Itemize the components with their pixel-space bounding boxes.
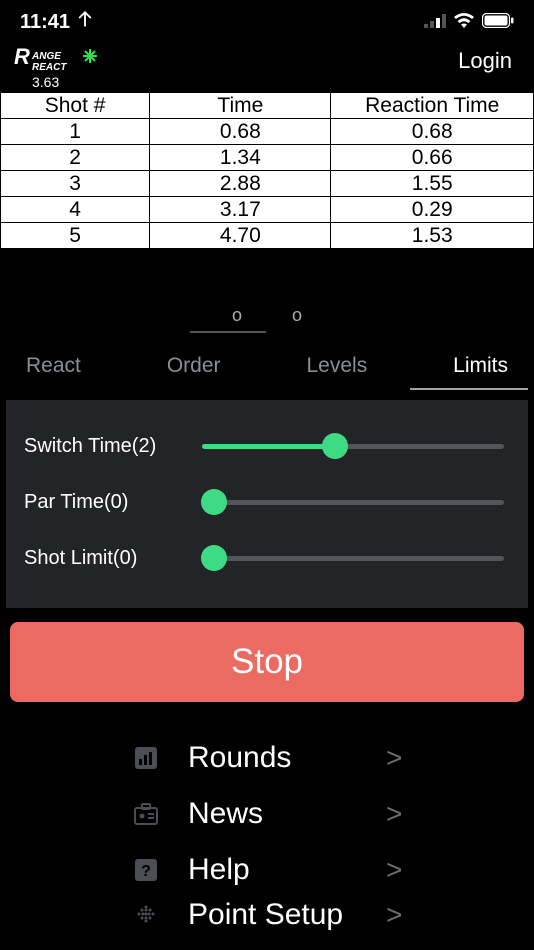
slider-thumb[interactable] xyxy=(322,433,348,459)
tab-react[interactable]: React xyxy=(26,350,81,382)
cell-time: 2.88 xyxy=(150,171,331,197)
tab-limits[interactable]: Limits xyxy=(453,350,508,382)
shots-table-wrap: Shot # Time Reaction Time 1 0.68 0.68 2 … xyxy=(0,92,534,249)
cell-shot: 3 xyxy=(1,171,150,197)
cell-shot: 1 xyxy=(1,119,150,145)
svg-text:R: R xyxy=(14,46,30,69)
tab-bar: React Order Levels Limits xyxy=(0,326,534,390)
shots-table: Shot # Time Reaction Time 1 0.68 0.68 2 … xyxy=(0,92,534,249)
par-time-row: Par Time(0) xyxy=(24,474,504,530)
cell-shot: 4 xyxy=(1,197,150,223)
menu-item-news[interactable]: News > xyxy=(0,786,534,842)
slider-fill xyxy=(202,444,335,449)
menu-label: Point Setup xyxy=(188,898,358,932)
grid-icon xyxy=(132,901,160,929)
battery-icon xyxy=(482,11,514,34)
cell-time: 0.68 xyxy=(150,119,331,145)
cell-time: 3.17 xyxy=(150,197,331,223)
stop-button[interactable]: Stop xyxy=(10,622,524,702)
table-row: 3 2.88 1.55 xyxy=(1,171,534,197)
slider-track xyxy=(202,556,504,561)
svg-text:REACT: REACT xyxy=(32,62,67,73)
app-version: 3.63 xyxy=(14,74,116,90)
header-time: Time xyxy=(150,93,331,119)
switch-time-label: Switch Time(2) xyxy=(24,435,184,458)
menu-item-help[interactable]: ? Help > xyxy=(0,842,534,898)
status-bar: 11:41 xyxy=(0,0,534,38)
svg-text:ANGE: ANGE xyxy=(31,51,61,62)
menu-item-rounds[interactable]: Rounds > xyxy=(0,730,534,786)
cellular-icon xyxy=(424,11,446,34)
header-reaction: Reaction Time xyxy=(331,93,534,119)
limits-panel: Switch Time(2) Par Time(0) Shot Limit(0) xyxy=(6,400,528,608)
chevron-right-icon: > xyxy=(386,798,402,830)
cell-shot: 2 xyxy=(1,145,150,171)
switch-time-row: Switch Time(2) xyxy=(24,418,504,474)
shot-limit-row: Shot Limit(0) xyxy=(24,530,504,586)
help-icon: ? xyxy=(132,856,160,884)
switch-time-slider[interactable] xyxy=(202,432,504,460)
menu-label: Rounds xyxy=(188,740,358,776)
par-time-slider[interactable] xyxy=(202,488,504,516)
shot-limit-label: Shot Limit(0) xyxy=(24,547,184,570)
cell-reaction: 1.53 xyxy=(331,223,534,249)
menu-label: News xyxy=(188,796,358,832)
tab-order[interactable]: Order xyxy=(167,350,221,382)
table-header-row: Shot # Time Reaction Time xyxy=(1,93,534,119)
location-icon xyxy=(76,10,94,34)
page-dot: o xyxy=(232,305,242,326)
slider-track xyxy=(202,444,504,449)
page-dot: o xyxy=(292,305,302,326)
logo-block: R ANGE REACT 3.63 xyxy=(14,46,116,90)
cell-time: 4.70 xyxy=(150,223,331,249)
cell-reaction: 0.29 xyxy=(331,197,534,223)
table-row: 5 4.70 1.53 xyxy=(1,223,534,249)
table-row: 1 0.68 0.68 xyxy=(1,119,534,145)
cell-reaction: 0.66 xyxy=(331,145,534,171)
wifi-icon xyxy=(453,11,475,34)
cell-time: 1.34 xyxy=(150,145,331,171)
par-time-label: Par Time(0) xyxy=(24,491,184,514)
status-time: 11:41 xyxy=(20,11,70,34)
table-row: 4 3.17 0.29 xyxy=(1,197,534,223)
slider-thumb[interactable] xyxy=(201,545,227,571)
svg-text:?: ? xyxy=(141,863,151,880)
chevron-right-icon: > xyxy=(386,854,402,886)
cell-reaction: 1.55 xyxy=(331,171,534,197)
status-right xyxy=(424,11,514,34)
chevron-right-icon: > xyxy=(386,899,402,931)
app-logo: R ANGE REACT xyxy=(14,46,116,76)
menu-item-point-setup[interactable]: Point Setup > xyxy=(0,898,534,932)
app-header: R ANGE REACT 3.63 Login xyxy=(0,38,534,90)
login-button[interactable]: Login xyxy=(458,46,512,74)
id-card-icon xyxy=(132,800,160,828)
slider-track xyxy=(202,500,504,505)
status-left: 11:41 xyxy=(20,10,94,34)
bar-chart-icon xyxy=(132,744,160,772)
chevron-right-icon: > xyxy=(386,742,402,774)
bottom-menu: Rounds > News > ? Help > Point Setup > xyxy=(0,730,534,932)
header-shot: Shot # xyxy=(1,93,150,119)
cell-reaction: 0.68 xyxy=(331,119,534,145)
page-indicator[interactable]: o o xyxy=(0,305,534,326)
slider-thumb[interactable] xyxy=(201,489,227,515)
tab-underline xyxy=(410,388,528,390)
table-row: 2 1.34 0.66 xyxy=(1,145,534,171)
menu-label: Help xyxy=(188,852,358,888)
tab-levels[interactable]: Levels xyxy=(306,350,367,382)
shot-limit-slider[interactable] xyxy=(202,544,504,572)
cell-shot: 5 xyxy=(1,223,150,249)
